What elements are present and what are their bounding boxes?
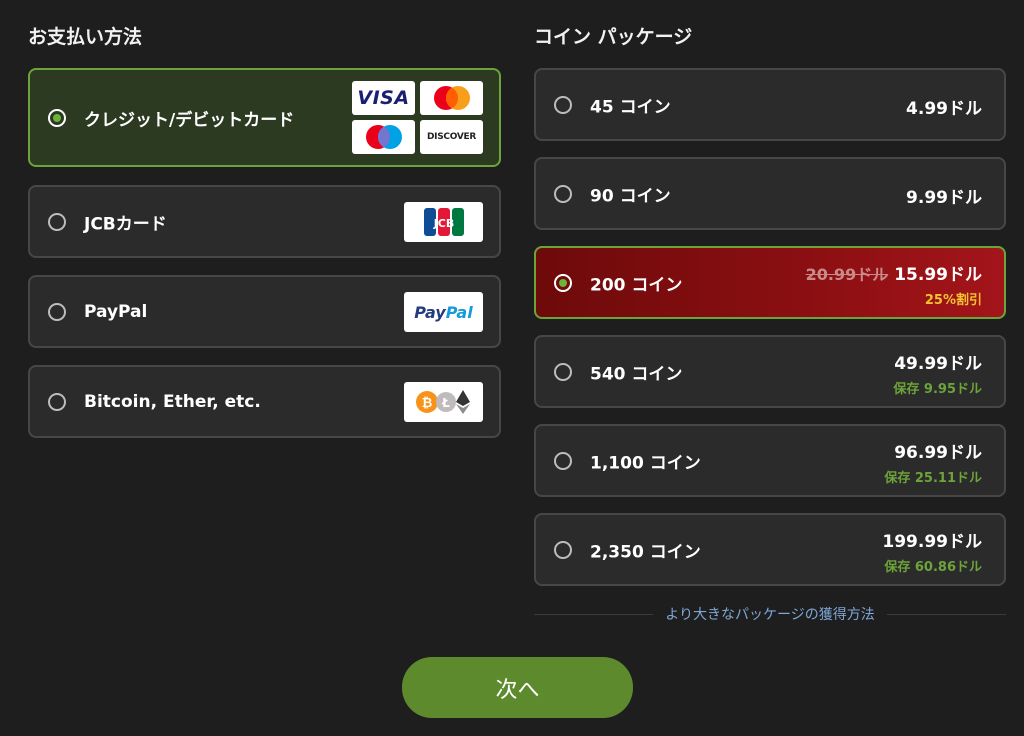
svg-text:Ł: Ł [441,396,450,410]
radio-unselected[interactable] [554,540,572,559]
visa-logo-text: VISA [357,87,410,109]
package-label: 90 コイン [590,186,671,206]
maestro-logo-icon [352,120,415,154]
package-price: 49.99ドル [894,354,982,374]
package-price-box: 9.99ドル [906,183,982,208]
crypto-logos-icon: ₿ Ł [404,382,483,422]
payment-option-jcb[interactable]: JCBカード JCB [28,185,501,258]
divider-line [886,613,1007,615]
package-option-1100[interactable]: 1,100 コイン 96.99ドル 保存 25.11ドル [534,424,1006,497]
package-price: 199.99ドル [882,532,982,552]
package-label: 540 コイン [590,364,683,384]
payment-option-label: Bitcoin, Ether, etc. [84,391,261,412]
package-discount-badge: 25%割引 [924,293,982,308]
package-label: 2,350 コイン [590,542,701,562]
package-price-box: 4.99ドル [906,94,982,119]
payment-option-crypto[interactable]: Bitcoin, Ether, etc. ₿ Ł [28,365,501,438]
package-option-2350[interactable]: 2,350 コイン 199.99ドル 保存 60.86ドル [534,513,1006,586]
payment-option-paypal[interactable]: PayPal PayPal [28,275,501,348]
paypal-logo-icon: PayPal [404,292,483,332]
package-label: 1,100 コイン [590,453,701,473]
radio-unselected[interactable] [554,95,572,114]
radio-unselected[interactable] [48,212,66,231]
paypal-logo-pal: Pal [445,302,473,322]
coin-package-title: コイン パッケージ [534,26,693,48]
package-price-box: 49.99ドル 保存 9.95ドル [893,349,982,397]
payment-option-label: クレジット/デビットカード [84,110,295,130]
visa-logo-icon: VISA [352,81,415,115]
radio-unselected[interactable] [48,392,66,411]
package-price-box: 20.99ドル 15.99ドル 25%割引 [806,260,982,308]
package-price-box: 96.99ドル 保存 25.11ドル [884,438,982,486]
package-price: 96.99ドル [894,443,982,463]
package-option-540[interactable]: 540 コイン 49.99ドル 保存 9.95ドル [534,335,1006,408]
package-savings: 保存 25.11ドル [884,471,982,486]
payment-option-label: PayPal [84,301,148,322]
payment-method-list: クレジット/デビットカード VISA DISCOVER JCBカード JCB P… [28,68,501,455]
paypal-logo-pay: Pay [414,302,446,322]
package-price: 9.99ドル [906,188,982,208]
radio-unselected[interactable] [554,184,572,203]
radio-unselected[interactable] [554,362,572,381]
discover-logo-text: DISCOVER [427,132,476,142]
package-option-200[interactable]: 200 コイン 20.99ドル 15.99ドル 25%割引 [534,246,1006,319]
svg-text:₿: ₿ [421,396,432,411]
radio-unselected[interactable] [554,451,572,470]
package-savings: 保存 9.95ドル [893,382,982,397]
coin-package-list: 45 コイン 4.99ドル 90 コイン 9.99ドル 200 コイン 20.9… [534,68,1006,602]
payment-option-credit-card[interactable]: クレジット/デビットカード VISA DISCOVER [28,68,501,167]
package-label: 200 コイン [590,275,683,295]
radio-selected[interactable] [48,108,66,127]
jcb-logo-text: JCB [432,217,454,230]
package-price: 15.99ドル [894,265,982,285]
package-old-price: 20.99ドル [805,265,889,284]
package-price: 4.99ドル [906,99,982,119]
payment-method-title: お支払い方法 [28,26,143,48]
jcb-logo-icon: JCB [404,202,483,242]
package-label: 45 コイン [590,97,671,117]
next-button[interactable]: 次へ [402,657,633,718]
bigger-package-link[interactable]: より大きなパッケージの獲得方法 [653,604,886,624]
divider-line [534,613,654,615]
mastercard-logo-icon [420,81,483,115]
package-option-45[interactable]: 45 コイン 4.99ドル [534,68,1006,141]
radio-unselected[interactable] [48,302,66,321]
bigger-package-row: より大きなパッケージの獲得方法 [534,604,1007,624]
radio-selected[interactable] [554,273,572,292]
payment-option-label: JCBカード [84,214,167,234]
package-price-box: 199.99ドル 保存 60.86ドル [882,527,982,575]
package-option-90[interactable]: 90 コイン 9.99ドル [534,157,1006,230]
discover-logo-icon: DISCOVER [420,120,483,154]
package-savings: 保存 60.86ドル [884,560,982,575]
